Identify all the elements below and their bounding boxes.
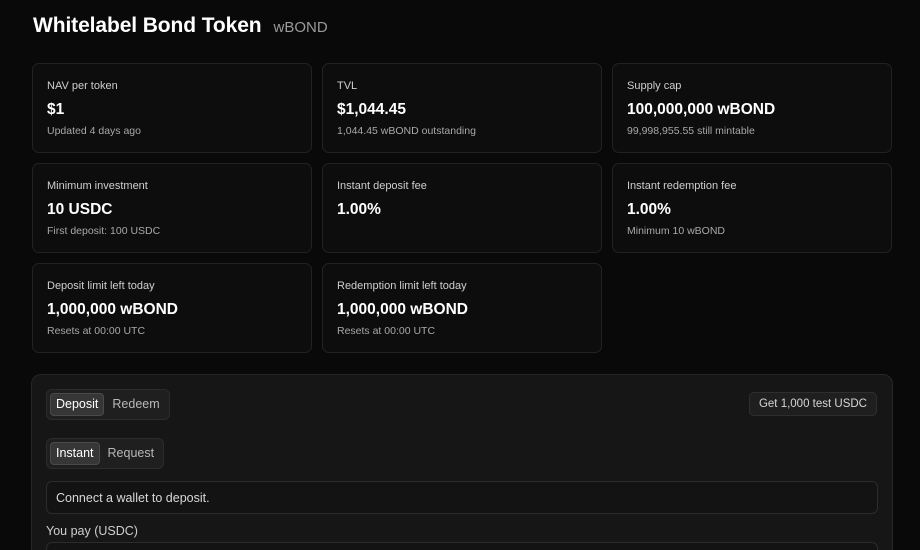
- connect-wallet-notice: Connect a wallet to deposit.: [46, 481, 878, 514]
- stat-sub: First deposit: 100 USDC: [47, 225, 161, 237]
- tab-redeem[interactable]: Redeem: [106, 393, 165, 416]
- get-test-usdc-button[interactable]: Get 1,000 test USDC: [748, 392, 877, 416]
- stat-card-redemption-limit: Redemption limit left today 1,000,000 wB…: [322, 263, 602, 353]
- transaction-panel: Deposit Redeem Get 1,000 test USDC Insta…: [31, 374, 893, 550]
- stat-card-supply-cap: Supply cap 100,000,000 wBOND 99,998,955.…: [612, 63, 892, 153]
- header: Whitelabel Bond Token wBOND: [33, 14, 328, 38]
- stat-value: 100,000,000 wBOND: [627, 101, 776, 118]
- stat-value: 1,000,000 wBOND: [337, 301, 468, 318]
- stat-value: 1,000,000 wBOND: [47, 301, 178, 318]
- stat-label: Minimum investment: [47, 180, 148, 192]
- stat-sub: Minimum 10 wBOND: [627, 225, 726, 237]
- stat-label: NAV per token: [47, 80, 118, 92]
- pay-amount-label: You pay (USDC): [46, 524, 138, 538]
- stat-label: Instant deposit fee: [337, 180, 427, 192]
- stat-value: 10 USDC: [47, 201, 113, 218]
- tab-instant[interactable]: Instant: [50, 442, 100, 465]
- stat-sub: 1,044.45 wBOND outstanding: [337, 125, 476, 137]
- stat-card-nav: NAV per token $1 Updated 4 days ago: [32, 63, 312, 153]
- stat-card-tvl: TVL $1,044.45 1,044.45 wBOND outstanding: [322, 63, 602, 153]
- stat-sub: Resets at 00:00 UTC: [337, 325, 436, 337]
- pay-amount-input[interactable]: [46, 542, 878, 550]
- tab-deposit[interactable]: Deposit: [50, 393, 105, 416]
- stat-value: $1: [47, 101, 65, 118]
- tab-request[interactable]: Request: [102, 442, 161, 465]
- stat-sub: Updated 4 days ago: [47, 125, 141, 137]
- stat-card-deposit-limit: Deposit limit left today 1,000,000 wBOND…: [32, 263, 312, 353]
- stat-label: Redemption limit left today: [337, 280, 467, 292]
- deposit-type-toggle: Instant Request: [46, 438, 165, 469]
- page-title: Whitelabel Bond Token: [33, 14, 262, 37]
- token-symbol: wBOND: [273, 19, 328, 36]
- page: Whitelabel Bond Token wBOND NAV per toke…: [0, 0, 920, 550]
- stat-label: Deposit limit left today: [47, 280, 155, 292]
- stat-sub: 99,998,955.55 still mintable: [627, 125, 755, 137]
- stat-value: 1.00%: [337, 201, 381, 218]
- stat-value: 1.00%: [627, 201, 671, 218]
- mode-toggle: Deposit Redeem: [46, 389, 170, 420]
- stat-label: Supply cap: [627, 80, 682, 92]
- stat-card-redemption-fee: Instant redemption fee 1.00% Minimum 10 …: [612, 163, 892, 253]
- stat-card-deposit-fee: Instant deposit fee 1.00%: [322, 163, 602, 253]
- stat-label: TVL: [337, 80, 358, 92]
- stat-card-minimum-investment: Minimum investment 10 USDC First deposit…: [32, 163, 312, 253]
- stat-sub: Resets at 00:00 UTC: [47, 325, 146, 337]
- stat-value: $1,044.45: [337, 101, 406, 118]
- stat-label: Instant redemption fee: [627, 180, 737, 192]
